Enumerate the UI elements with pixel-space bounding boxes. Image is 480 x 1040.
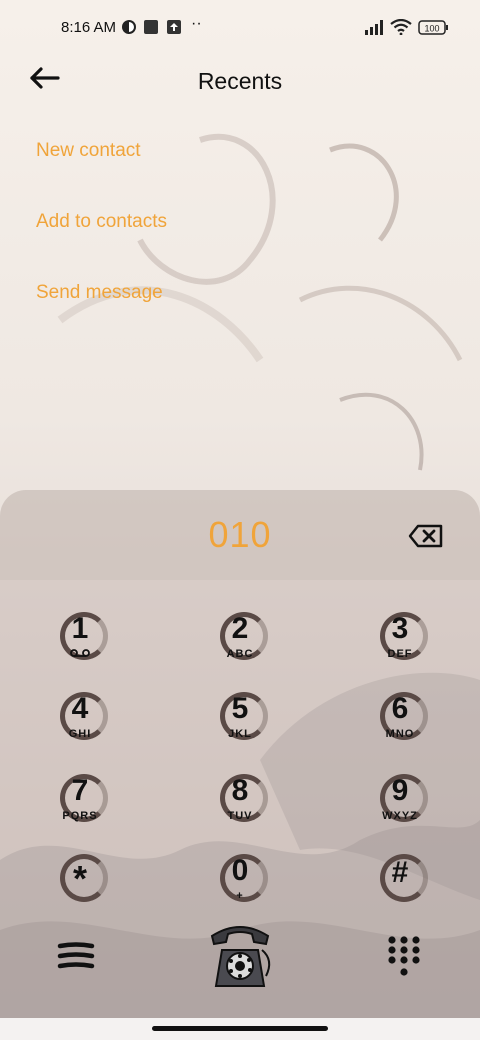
key-9[interactable]: 9 WXYZ — [360, 766, 440, 836]
voicemail-icon — [40, 648, 120, 661]
key-digit: 5 — [231, 692, 249, 725]
header: Recents — [0, 56, 480, 116]
backspace-icon — [408, 524, 443, 548]
call-button[interactable] — [204, 920, 276, 992]
key-2[interactable]: 2 ABC — [200, 604, 280, 674]
status-bar: 8:16 AM ·· 100 — [0, 0, 480, 56]
key-8[interactable]: 8 TUV — [200, 766, 280, 836]
key-letters: PQRS — [62, 810, 98, 822]
key-digit: # — [391, 856, 409, 889]
key-digit: * — [72, 858, 87, 899]
status-time: 8:16 AM — [61, 19, 117, 36]
dial-display: 010 — [0, 490, 480, 580]
battery-icon: 100 — [418, 20, 450, 40]
key-digit: 8 — [231, 774, 249, 807]
key-digit: 1 — [71, 612, 89, 645]
key-digit: 0 — [231, 854, 249, 887]
send-message-option[interactable]: Send message — [36, 282, 167, 304]
upload-icon — [166, 19, 182, 39]
key-letters: JKL — [228, 728, 252, 740]
keypad-icon — [388, 936, 420, 976]
key-letters: + — [236, 890, 244, 902]
hamburger-icon — [57, 942, 95, 969]
key-6[interactable]: 6 MNO — [360, 684, 440, 754]
key-digit: 4 — [71, 692, 89, 725]
key-digit: 3 — [391, 612, 409, 645]
notification-icon — [121, 19, 137, 39]
key-star[interactable]: * — [40, 846, 120, 916]
page-title: Recents — [197, 68, 283, 94]
key-5[interactable]: 5 JKL — [200, 684, 280, 754]
key-hash[interactable]: # — [360, 846, 440, 916]
battery-level: 100 — [424, 24, 439, 34]
key-7[interactable]: 7 PQRS — [40, 766, 120, 836]
wifi-icon — [390, 18, 412, 39]
key-letters: ABC — [226, 648, 254, 660]
key-4[interactable]: 4 GHI — [40, 684, 120, 754]
key-digit: 6 — [391, 692, 409, 725]
add-to-contacts-option[interactable]: Add to contacts — [36, 211, 167, 233]
new-contact-option[interactable]: New contact — [36, 140, 167, 162]
key-letters: WXYZ — [382, 810, 418, 822]
signal-icon — [364, 19, 386, 39]
more-notifications-icon: ·· — [191, 15, 202, 32]
bottom-actions — [0, 920, 480, 990]
home-indicator[interactable] — [152, 1026, 328, 1031]
recents-actions-menu: New contact Add to contacts Send message — [36, 140, 167, 353]
key-1[interactable]: 1 — [40, 604, 120, 674]
key-digit: 7 — [71, 774, 89, 807]
key-3[interactable]: 3 DEF — [360, 604, 440, 674]
key-letters: TUV — [227, 810, 253, 822]
key-0[interactable]: 0 + — [200, 846, 280, 916]
key-letters: DEF — [387, 648, 413, 660]
rotary-phone-icon — [210, 926, 271, 987]
menu-button[interactable] — [56, 938, 96, 974]
backspace-button[interactable] — [408, 524, 448, 548]
keypad-toggle-button[interactable] — [382, 934, 426, 980]
key-digit: 2 — [231, 612, 249, 645]
key-letters: MNO — [385, 728, 415, 740]
app-notification-icon — [143, 19, 159, 39]
key-letters: GHI — [68, 728, 92, 740]
key-digit: 9 — [391, 774, 409, 807]
